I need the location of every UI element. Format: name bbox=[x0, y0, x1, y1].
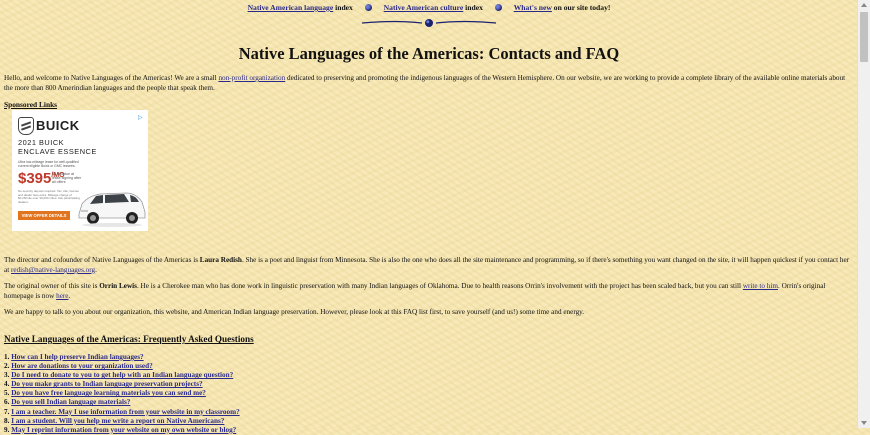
director-text-end: . bbox=[95, 266, 97, 274]
faq-number: 2. bbox=[4, 362, 10, 371]
director-name: Laura Redish bbox=[199, 256, 242, 264]
intro-text: Hello, and welcome to Native Languages o… bbox=[4, 74, 219, 82]
nav-link-language-index[interactable]: Native American language bbox=[248, 3, 334, 12]
faq-item: 2. How are donations to your organizatio… bbox=[4, 362, 240, 371]
ad-model: 2021 BUICK ENCLAVE ESSENCE bbox=[18, 138, 97, 156]
adchoices-icon[interactable]: ▷ bbox=[138, 114, 145, 121]
faq-number: 9. bbox=[4, 425, 10, 434]
faq-number: 7. bbox=[4, 407, 10, 416]
faq-item: 1. How can I help preserve Indian langua… bbox=[4, 353, 240, 362]
nav-suffix: on our site today! bbox=[553, 3, 611, 12]
faq-number: 3. bbox=[4, 371, 10, 380]
non-profit-link[interactable]: non-profit organization bbox=[218, 74, 285, 82]
owner-text: The original owner of this site is bbox=[4, 282, 100, 290]
owner-name: Orrin Lewis bbox=[99, 282, 137, 290]
faq-link[interactable]: I am a teacher. May I use information fr… bbox=[11, 408, 240, 416]
ad-model-year: 2021 BUICK bbox=[18, 138, 65, 147]
faq-item: 6. Do you sell Indian language materials… bbox=[4, 398, 240, 407]
suv-image bbox=[78, 192, 146, 227]
page: Native American language index Native Am… bbox=[0, 0, 858, 434]
sponsored-links-label: Sponsored Links bbox=[4, 100, 58, 109]
director-email-link[interactable]: redish@native-languages.org bbox=[11, 266, 95, 274]
ad-disclaimer: No security deposit required. Tax, title… bbox=[18, 189, 80, 204]
ad-price-value: $395 bbox=[18, 170, 52, 187]
faq-link[interactable]: How can I help preserve Indian languages… bbox=[11, 353, 143, 361]
write-to-him-link[interactable]: write to him bbox=[743, 282, 778, 290]
faq-link[interactable]: May I reprint information from your webs… bbox=[11, 426, 236, 434]
nav-item-culture: Native American culture index bbox=[384, 3, 485, 12]
faq-number: 6. bbox=[4, 398, 10, 407]
nav-suffix: index bbox=[465, 3, 483, 12]
faq-item: 3. Do I need to donate to you to get hel… bbox=[4, 371, 240, 380]
globe-icon bbox=[494, 4, 502, 11]
faq-item: 7. I am a teacher. May I use information… bbox=[4, 408, 240, 417]
ad-brand: BUICK bbox=[36, 118, 80, 133]
intro-paragraph: Hello, and welcome to Native Languages o… bbox=[4, 73, 854, 93]
nav-suffix: index bbox=[335, 3, 353, 12]
faq-link[interactable]: Do you make grants to Indian language pr… bbox=[11, 380, 202, 388]
ornamental-divider-icon bbox=[361, 19, 497, 27]
nav-link-whats-new[interactable]: What's new bbox=[514, 3, 552, 12]
faq-item: 9. May I reprint information from your w… bbox=[4, 426, 240, 435]
faq-link[interactable]: I am a student. Will you help me write a… bbox=[11, 417, 224, 425]
ad-model-name: ENCLAVE ESSENCE bbox=[18, 147, 97, 156]
faq-item: 5. Do you have free language learning ma… bbox=[4, 389, 240, 398]
scrollbar-thumb[interactable] bbox=[860, 12, 868, 62]
contact-paragraph: We are happy to talk to you about our or… bbox=[4, 308, 585, 316]
faq-item: 8. I am a student. Will you help me writ… bbox=[4, 417, 240, 426]
faq-number: 5. bbox=[4, 389, 10, 398]
page-title: Native Languages of the Americas: Contac… bbox=[238, 44, 620, 63]
nav-item-language: Native American language index bbox=[248, 3, 355, 12]
faq-number: 1. bbox=[4, 353, 10, 361]
view-offer-button[interactable]: VIEW OFFER DETAILS bbox=[18, 211, 70, 220]
scroll-up-arrow-icon[interactable] bbox=[861, 3, 867, 7]
owner-text-end: . bbox=[68, 292, 71, 300]
faq-heading: Native Languages of the Americas: Freque… bbox=[4, 334, 254, 344]
top-navigation: Native American language index Native Am… bbox=[0, 3, 858, 12]
ad-fine-print: Ultra low-mileage lease for well-qualifi… bbox=[18, 160, 79, 168]
faq-link[interactable]: Do I need to donate to you to get help w… bbox=[11, 371, 233, 379]
faq-number: 4. bbox=[4, 380, 10, 389]
faq-link[interactable]: Do you sell Indian language materials? bbox=[11, 398, 130, 406]
nav-link-culture-index[interactable]: Native American culture bbox=[384, 3, 464, 12]
faq-number: 8. bbox=[4, 416, 10, 425]
scroll-down-arrow-icon[interactable] bbox=[861, 421, 867, 425]
owner-paragraph: The original owner of this site is Orrin… bbox=[4, 281, 854, 301]
nav-item-whats-new: What's new on our site today! bbox=[514, 3, 611, 12]
director-text: The director and cofounder of Native Lan… bbox=[4, 256, 200, 264]
homepage-here-link[interactable]: here bbox=[56, 292, 68, 300]
director-paragraph: The director and cofounder of Native Lan… bbox=[4, 255, 854, 275]
faq-link[interactable]: How are donations to your organization u… bbox=[11, 362, 153, 370]
buick-logo-icon bbox=[18, 117, 34, 135]
faq-item: 4. Do you make grants to Indian language… bbox=[4, 380, 240, 389]
vertical-scrollbar[interactable] bbox=[857, 0, 870, 428]
faq-link[interactable]: Do you have free language learning mater… bbox=[11, 389, 206, 397]
buick-advertisement[interactable]: ▷ BUICK 2021 BUICK ENCLAVE ESSENCE Ultra… bbox=[12, 110, 148, 231]
faq-list: 1. How can I help preserve Indian langua… bbox=[4, 353, 240, 435]
globe-icon bbox=[364, 4, 372, 11]
owner-text-mid: . He is a Cherokee man who has done work… bbox=[136, 282, 743, 290]
